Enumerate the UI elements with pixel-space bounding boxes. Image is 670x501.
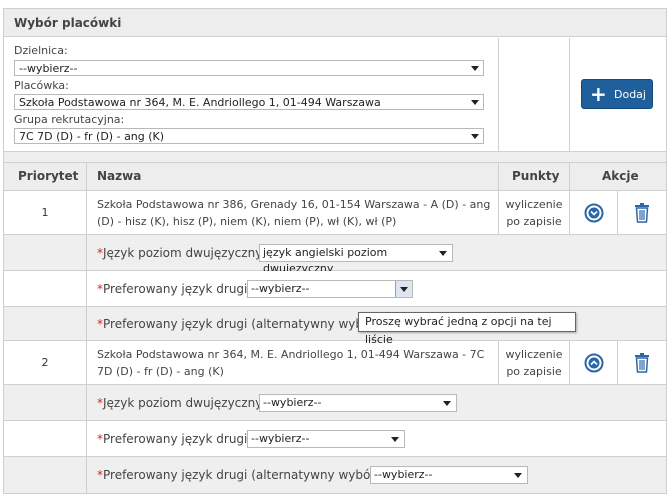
table-row: 1 Szkoła Podstawowa nr 386, Grenady 16, … bbox=[4, 191, 666, 235]
school-selection-panel: Wybór placówki Dzielnica: --wybierz-- Pl… bbox=[3, 8, 667, 494]
header-actions: Akcje bbox=[602, 169, 639, 183]
second-lang-select-value: --wybierz-- bbox=[251, 432, 310, 445]
trash-icon[interactable] bbox=[633, 202, 651, 224]
option-row: *Preferowany język drugi (alternatywny w… bbox=[4, 457, 666, 493]
row-name: Szkoła Podstawowa nr 386, Grenady 16, 01… bbox=[97, 198, 491, 228]
row-points: wyliczenie po zapisie bbox=[505, 198, 563, 228]
chevron-down-icon bbox=[395, 281, 412, 297]
alt-lang-label: Preferowany język drugi (alternatywny wy… bbox=[103, 468, 380, 482]
alt-lang-select[interactable]: --wybierz-- bbox=[370, 466, 528, 484]
selection-spacer bbox=[499, 38, 570, 151]
group-label: Grupa rekrutacyjna: bbox=[14, 113, 125, 126]
option-row: *Preferowany język drugi --wybierz-- bbox=[4, 271, 666, 307]
chevron-down-icon bbox=[391, 437, 399, 442]
school-select-value: Szkoła Podstawowa nr 364, M. E. Andrioll… bbox=[19, 96, 381, 109]
bilingual-label: Język poziom dwujęzyczny bbox=[103, 246, 263, 260]
second-lang-label: Preferowany język drugi bbox=[103, 282, 248, 296]
option-row: *Język poziom dwujęzyczny --wybierz-- bbox=[4, 385, 666, 421]
school-label: Placówka: bbox=[14, 79, 69, 92]
bilingual-label: Język poziom dwujęzyczny bbox=[103, 396, 263, 410]
bilingual-select[interactable]: --wybierz-- bbox=[259, 394, 457, 412]
group-select-value: 7C 7D (D) - fr (D) - ang (K) bbox=[19, 130, 165, 143]
add-button[interactable]: + Dodaj bbox=[581, 79, 653, 109]
selection-fields: Dzielnica: --wybierz-- Placówka: Szkoła … bbox=[4, 38, 499, 151]
chevron-down-icon bbox=[471, 100, 479, 105]
district-label: Dzielnica: bbox=[14, 44, 68, 57]
move-up-icon[interactable] bbox=[584, 353, 604, 373]
second-lang-select[interactable]: --wybierz-- bbox=[247, 280, 413, 298]
bilingual-select-value: --wybierz-- bbox=[263, 396, 322, 409]
alt-lang-label: Preferowany język drugi (alternatywny wy… bbox=[103, 317, 380, 331]
validation-tooltip: Proszę wybrać jedną z opcji na tej liści… bbox=[358, 312, 576, 346]
panel-title: Wybór placówki bbox=[4, 9, 666, 37]
row-name: Szkoła Podstawowa nr 364, M. E. Andrioll… bbox=[97, 348, 485, 378]
separator bbox=[4, 151, 666, 163]
table-header: Priorytet Nazwa Punkty Akcje bbox=[4, 163, 666, 191]
row-points: wyliczenie po zapisie bbox=[505, 348, 563, 378]
district-select-value: --wybierz-- bbox=[19, 62, 78, 75]
selection-area: Dzielnica: --wybierz-- Placówka: Szkoła … bbox=[4, 38, 666, 151]
option-row: *Preferowany język drugi --wybierz-- bbox=[4, 421, 666, 457]
second-lang-label: Preferowany język drugi bbox=[103, 432, 248, 446]
chevron-down-icon bbox=[471, 134, 479, 139]
move-down-icon[interactable] bbox=[584, 203, 604, 223]
chevron-down-icon bbox=[443, 401, 451, 406]
header-name: Nazwa bbox=[97, 169, 142, 183]
bilingual-select[interactable]: język angielski poziom dwujęzyczny bbox=[259, 244, 453, 275]
group-select[interactable]: 7C 7D (D) - fr (D) - ang (K) bbox=[14, 128, 484, 144]
row-priority: 2 bbox=[41, 356, 49, 369]
school-select[interactable]: Szkoła Podstawowa nr 364, M. E. Andrioll… bbox=[14, 94, 484, 110]
chevron-down-icon bbox=[439, 251, 447, 256]
trash-icon[interactable] bbox=[633, 352, 651, 374]
alt-lang-select-value: --wybierz-- bbox=[374, 468, 433, 481]
option-row: *Język poziom dwujęzyczny język angielsk… bbox=[4, 235, 666, 275]
chevron-down-icon bbox=[514, 473, 522, 478]
selection-actions: + Dodaj bbox=[570, 38, 666, 151]
second-lang-select-value: --wybierz-- bbox=[251, 282, 310, 295]
table-row: 2 Szkoła Podstawowa nr 364, M. E. Andrio… bbox=[4, 341, 666, 385]
plus-icon: + bbox=[590, 82, 607, 106]
second-lang-select[interactable]: --wybierz-- bbox=[247, 430, 405, 448]
district-select[interactable]: --wybierz-- bbox=[14, 60, 484, 76]
chevron-down-icon bbox=[471, 66, 479, 71]
row-priority: 1 bbox=[41, 206, 49, 219]
add-button-label: Dodaj bbox=[614, 88, 646, 101]
header-points: Punkty bbox=[512, 169, 560, 183]
header-priority: Priorytet bbox=[18, 169, 79, 183]
